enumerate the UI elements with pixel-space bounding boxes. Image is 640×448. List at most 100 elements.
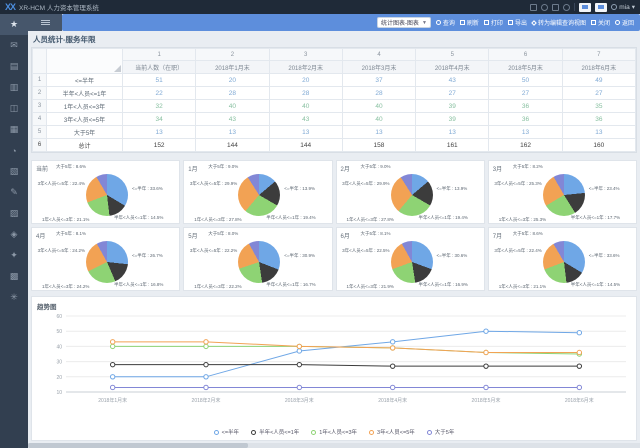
pie-chart-grid: 当前<=半年 : 33.6%半年<人员<=1年 : 14.5%1年<人员<=3年… (31, 160, 637, 291)
pie-card-title: 7月 (493, 231, 502, 240)
column-index: 1 (123, 49, 196, 61)
pie-chart (238, 174, 280, 216)
cell-value: 13 (269, 126, 342, 139)
pie-card: 3月<=半年 : 23.4%半年<人员<=1年 : 17.7%1年<人员<=3年… (488, 160, 637, 224)
cell-value: 162 (489, 139, 562, 152)
cell-value: 28 (196, 87, 269, 100)
cell-value: 144 (269, 139, 342, 152)
sidebar-item-help[interactable]: ✳ (0, 287, 28, 308)
close-button[interactable]: 关闭 (591, 18, 610, 27)
legend-item[interactable]: 1年<人员<=3年 (311, 428, 357, 436)
sidebar-item-messages[interactable]: ✉ (0, 35, 28, 56)
sidebar-item-favorites[interactable]: ★ (0, 14, 28, 35)
statistics-table-card: 1234567当前人数（在职）2018年1月末2018年2月末2018年3月末2… (31, 47, 637, 153)
cell-value: 36 (562, 113, 635, 126)
quick-menu-button[interactable] (579, 3, 591, 12)
pie-slice-label: 半年<人员<=1年 : 16.8% (114, 282, 163, 288)
cell-value: 13 (489, 126, 562, 139)
app-title: XR-HCM 人力资本管理系统 (19, 2, 99, 12)
pie-slice-label: 半年<人员<=1年 : 16.7% (266, 282, 315, 288)
pie-chart (543, 174, 585, 216)
svg-text:30: 30 (56, 360, 62, 366)
print-button[interactable]: 打印 (484, 18, 503, 27)
pie-slice-label: <=半年 : 13.9% (437, 186, 468, 192)
horizontal-scrollbar[interactable] (28, 443, 640, 448)
sidebar-item-reports[interactable]: ▦ (0, 119, 28, 140)
row-index: 2 (33, 87, 47, 100)
pie-slice-label: 大于5年 : 8.1% (361, 231, 391, 237)
sidebar-item-calendar[interactable]: ▧ (0, 161, 28, 182)
sidebar-item-files[interactable]: ▨ (0, 203, 28, 224)
column-index: 2 (196, 49, 269, 61)
quick-nav-button[interactable] (595, 3, 607, 12)
top-bar: XX XR-HCM 人力资本管理系统 mia ▾ (0, 0, 640, 14)
legend-marker-icon (311, 430, 316, 435)
switch-view-button[interactable]: 转为编辑查询视图 (532, 18, 586, 27)
legend-label: <=半年 (222, 428, 239, 436)
user-menu[interactable]: mia ▾ (611, 3, 635, 11)
column-header: 2018年2月末 (269, 61, 342, 74)
pie-slice-label: 3年<人员<=5年 : 29.9% (185, 181, 237, 187)
sidebar-item-modules[interactable]: ◈ (0, 224, 28, 245)
query-button[interactable]: 查询 (436, 18, 455, 27)
close-button-label: 关闭 (598, 18, 610, 27)
column-header: 2018年4月末 (416, 61, 489, 74)
legend-item[interactable]: 3年<人员<=5年 (369, 428, 415, 436)
chevron-down-icon: ▾ (632, 3, 635, 11)
switch-view-button-icon (531, 20, 537, 26)
cell-value: 158 (342, 139, 415, 152)
view-select[interactable]: 统计图表-图表 ▼ (377, 17, 431, 28)
pie-slice-label: 3年<人员<=5年 : 29.9% (338, 181, 390, 187)
sidebar-item-tasks[interactable]: ▤ (0, 56, 28, 77)
row-index: 5 (33, 126, 47, 139)
cell-value: 20 (269, 74, 342, 87)
cell-value: 28 (342, 87, 415, 100)
refresh-button-label: 刷新 (467, 18, 479, 27)
svg-text:40: 40 (56, 344, 62, 350)
sidebar-item-org[interactable]: ▥ (0, 77, 28, 98)
app-window: XX XR-HCM 人力资本管理系统 mia ▾ ★✉▤▥◫▦◔▧✎▨◈✦▩✳ … (0, 0, 640, 448)
row-label: 总计 (47, 139, 123, 152)
avatar (611, 4, 617, 10)
settings-icon[interactable] (563, 4, 570, 11)
back-button[interactable]: 返回 (615, 18, 634, 27)
scrollbar-thumb[interactable] (28, 443, 248, 448)
cell-value: 161 (416, 139, 489, 152)
refresh-button[interactable]: 刷新 (460, 18, 479, 27)
refresh-icon[interactable] (541, 4, 548, 11)
pie-card-title: 3月 (493, 164, 502, 173)
svg-text:2018年2月末: 2018年2月末 (192, 397, 221, 404)
sidebar-item-edit[interactable]: ✎ (0, 182, 28, 203)
row-index: 3 (33, 100, 47, 113)
pie-slice-label: 3年<人员<=5年 : 22.2% (185, 248, 237, 254)
app-logo: XX (5, 2, 15, 12)
table-row: 2半年<人员<=1年22282828272727 (33, 87, 636, 100)
legend-item[interactable]: <=半年 (214, 428, 239, 436)
sidebar-item-statistics[interactable]: ◔ (0, 140, 28, 161)
pie-chart (543, 241, 585, 283)
sidebar: ★✉▤▥◫▦◔▧✎▨◈✦▩✳ (0, 14, 28, 448)
legend-item[interactable]: 大于5年 (427, 428, 455, 436)
cell-value: 36 (489, 100, 562, 113)
legend-item[interactable]: 半年<人员<=1年 (251, 428, 299, 436)
pie-chart (238, 241, 280, 283)
grid-icon[interactable] (530, 4, 537, 11)
cell-value: 20 (196, 74, 269, 87)
sidebar-item-employees[interactable]: ◫ (0, 98, 28, 119)
cell-value: 13 (342, 126, 415, 139)
collapse-menu-button[interactable] (28, 14, 62, 31)
cell-value: 39 (416, 100, 489, 113)
sidebar-item-archive[interactable]: ▩ (0, 266, 28, 287)
pie-slice-label: 3年<人员<=5年 : 25.3% (490, 181, 542, 187)
fullscreen-icon[interactable] (552, 4, 559, 11)
sidebar-item-tools[interactable]: ✦ (0, 245, 28, 266)
nav-icon (598, 5, 604, 9)
trend-chart-card: 趋势图 1020304050602018年1月末2018年2月末2018年3月末… (31, 296, 637, 441)
table-row: 31年<人员<=3年32404040393635 (33, 100, 636, 113)
cell-value: 40 (342, 100, 415, 113)
table-row: 1<=半年51202037435049 (33, 74, 636, 87)
export-button[interactable]: 导出 (508, 18, 527, 27)
cell-value: 32 (123, 100, 196, 113)
legend-marker-icon (214, 430, 219, 435)
row-index: 4 (33, 113, 47, 126)
